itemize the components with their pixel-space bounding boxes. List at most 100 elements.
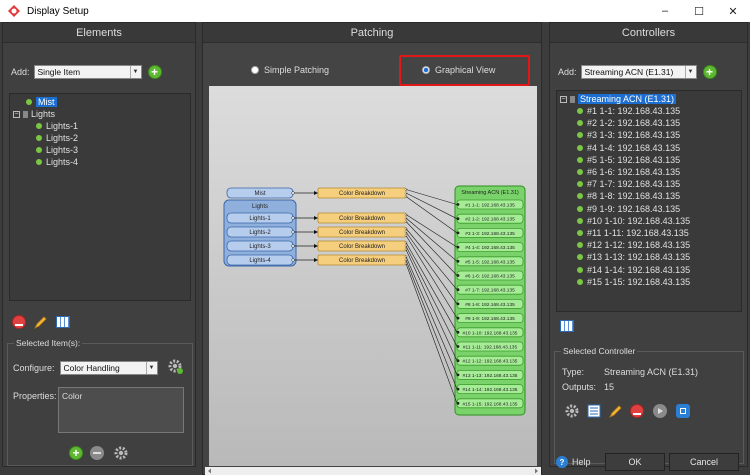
controller-rename-pencil-icon[interactable] <box>608 403 624 419</box>
controllers-add-select[interactable]: Streaming ACN (E1.31) ▼ <box>580 65 697 79</box>
controller-output-item[interactable]: #10 1-10: 192.168.43.135 <box>577 215 690 227</box>
add-controller-button[interactable]: + <box>702 65 717 79</box>
horizontal-scrollbar[interactable] <box>205 467 541 475</box>
controller-output-item[interactable]: #3 1-3: 192.168.43.135 <box>577 129 680 141</box>
collapse-icon[interactable]: − <box>13 110 20 118</box>
elements-add-select[interactable]: Single Item ▼ <box>33 65 142 79</box>
tree-item-lights-1[interactable]: Lights-1 <box>36 120 78 132</box>
controller-output-item[interactable]: #4 1-4: 192.168.43.135 <box>577 142 680 154</box>
elements-tree[interactable]: Mist − Lights Lights-1 Lights-2 Lights-3… <box>9 93 191 301</box>
status-dot-icon <box>577 108 583 114</box>
properties-box[interactable]: Color <box>58 387 184 433</box>
controller-output-item[interactable]: #7 1-7: 192.168.43.135 <box>577 178 680 190</box>
controller-config-gear-icon[interactable] <box>564 403 580 419</box>
property-settings-gear-icon[interactable] <box>113 445 129 461</box>
help-link[interactable]: ? Help <box>556 456 591 468</box>
output-port <box>456 245 460 249</box>
controller-output-item[interactable]: #9 1-9: 192.168.43.135 <box>577 203 680 215</box>
controller-output-label: #11 1-11: 192.168.43.135 <box>587 228 689 238</box>
selected-controller-label: Selected Controller <box>561 346 638 356</box>
controller-export-icon[interactable] <box>676 404 690 418</box>
status-dot-icon <box>36 123 42 129</box>
color-breakdown-label: Color Breakdown <box>339 191 385 197</box>
properties-label: Properties: <box>13 391 57 401</box>
output-node-label: #4 1-4: 192.168.43.135 <box>465 245 515 251</box>
delete-controller-icon[interactable] <box>630 404 644 418</box>
light-node-label: Lights-3 <box>249 244 271 250</box>
ok-button[interactable]: OK <box>605 453 665 471</box>
output-port <box>456 345 460 348</box>
tree-item-label: Mist <box>36 97 57 107</box>
tree-item-lights-2[interactable]: Lights-2 <box>36 132 78 144</box>
configure-label: Configure: <box>13 363 55 373</box>
tree-item-mist[interactable]: Mist <box>26 96 57 108</box>
controller-output-label: #14 1-14: 192.168.43.135 <box>587 264 691 275</box>
output-node-label: #9 1-9: 192.168.43.135 <box>465 316 515 322</box>
link-arrow <box>314 191 318 195</box>
controller-output-label: #3 1-3: 192.168.43.135 <box>587 130 681 141</box>
remove-property-icon[interactable] <box>90 446 104 460</box>
maximize-button[interactable]: ☐ <box>682 0 716 22</box>
tree-item-label: Lights-4 <box>46 157 79 167</box>
controllers-panel: Controllers Add: Streaming ACN (E1.31) ▼… <box>549 22 748 467</box>
configure-gear-icon[interactable] <box>167 358 183 374</box>
outputs-value: 15 <box>604 382 615 392</box>
output-link <box>405 228 458 290</box>
controller-output-item[interactable]: #1 1-1: 192.168.43.135 <box>577 105 680 117</box>
tree-item-lights-3[interactable]: Lights-3 <box>36 144 78 156</box>
element-port <box>291 230 295 234</box>
output-port <box>456 401 460 405</box>
add-element-button[interactable]: + <box>147 65 162 79</box>
output-node-label: #3 1-3: 192.168.43.135 <box>465 231 515 237</box>
patch-graph-canvas[interactable]: Streaming ACN (E1.31) #1 1-1: 192.168.43.… <box>209 86 537 466</box>
tree-item-lights[interactable]: − Lights <box>13 108 55 120</box>
rename-pencil-icon[interactable] <box>33 314 49 330</box>
output-node-label: #12 1-12: 192.168.43.135 <box>463 359 518 365</box>
controller-output-item[interactable]: #14 1-14: 192.168.43.135 <box>577 264 690 276</box>
controller-output-label: #8 1-8: 192.168.43.135 <box>587 191 681 202</box>
add-property-button[interactable]: + <box>69 446 83 460</box>
graphical-view-radio[interactable]: Graphical View <box>422 65 495 75</box>
mist-node-label: Mist <box>255 191 266 197</box>
tree-item-lights-4[interactable]: Lights-4 <box>36 156 78 168</box>
output-port <box>456 359 460 363</box>
bulk-edit-grid-icon[interactable] <box>56 316 70 328</box>
delete-element-icon[interactable] <box>12 315 26 329</box>
output-node-label: #14 1-14: 192.168.43.135 <box>463 387 518 393</box>
close-button[interactable]: ✕ <box>716 0 750 22</box>
collapse-icon[interactable]: − <box>560 95 567 103</box>
minimize-button[interactable]: – <box>648 0 682 22</box>
status-dot-icon <box>577 193 583 200</box>
controllers-add-value: Streaming ACN (E1.31) <box>584 67 674 77</box>
simple-patching-radio[interactable]: Simple Patching <box>251 65 329 75</box>
link-arrow <box>314 230 318 234</box>
controller-output-item[interactable]: #13 1-13: 192.168.43.135 <box>577 251 690 263</box>
status-dot-icon <box>36 135 42 141</box>
controller-output-item[interactable]: #15 1-15: 192.168.43.135 <box>577 276 690 288</box>
configure-value: Color Handling <box>63 363 120 373</box>
controller-output-item[interactable]: #6 1-6: 192.168.43.135 <box>577 166 680 178</box>
status-dot-icon <box>577 254 583 261</box>
link-arrow <box>314 258 318 262</box>
configure-select[interactable]: Color Handling ▼ <box>59 361 158 375</box>
controller-output-item[interactable]: #5 1-5: 192.168.43.135 <box>577 154 680 166</box>
output-node-label: #5 1-5: 192.168.43.135 <box>465 259 515 265</box>
tree-item-controller[interactable]: − Streaming ACN (E1.31) <box>560 93 677 105</box>
status-dot-icon <box>577 120 583 127</box>
simple-patching-label: Simple Patching <box>264 65 330 75</box>
start-controller-icon[interactable] <box>653 404 667 418</box>
controllers-tree[interactable]: − Streaming ACN (E1.31) #1 1-1: 192.168.… <box>556 90 742 312</box>
controller-output-item[interactable]: #11 1-11: 192.168.43.135 <box>577 227 689 239</box>
controller-output-item[interactable]: #2 1-2: 192.168.43.135 <box>577 117 680 129</box>
output-link <box>405 217 458 262</box>
color-breakdown-label: Color Breakdown <box>339 244 385 250</box>
controller-list-icon[interactable] <box>586 403 602 419</box>
cancel-button[interactable]: Cancel <box>669 453 739 471</box>
controller-output-item[interactable]: #12 1-12: 192.168.43.135 <box>577 239 690 251</box>
status-dot-icon <box>577 132 583 139</box>
patch-graph[interactable]: Streaming ACN (E1.31) #1 1-1: 192.168.43.… <box>209 86 537 466</box>
controller-output-item[interactable]: #8 1-8: 192.168.43.135 <box>577 190 680 202</box>
status-dot-icon <box>26 99 32 105</box>
output-node-label: #8 1-8: 192.168.43.135 <box>465 302 515 308</box>
controller-grid-icon[interactable] <box>560 320 574 332</box>
